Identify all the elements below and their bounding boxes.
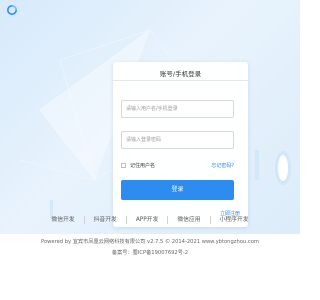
forgot-password-link[interactable]: 忘记密码? [211,162,234,169]
nav-item-wechat-dev[interactable]: 微信开发 [42,216,83,224]
login-card: 账号/手机登录 记住用户名 忘记密码? 登录 立即注册 [113,62,248,227]
footer-nav: 微信开发 抖音开发 APP开发 微信应用 小程序开发 [0,212,300,228]
password-input[interactable] [121,131,234,149]
nav-item-douyin-dev[interactable]: 抖音开发 [83,216,126,224]
nav-item-app-dev[interactable]: APP开发 [125,216,168,224]
nav-item-wechat-app[interactable]: 微信应用 [167,216,209,224]
copyright-text: Powered by 宜宾市凤凰云网络科技有限公司 v2.7.5 © 2014-… [41,239,259,245]
remember-label: 记住用户名 [130,163,156,169]
nav-item-miniprogram-dev[interactable]: 小程序开发 [209,216,258,224]
app-logo-icon [7,5,17,15]
login-button[interactable]: 登录 [121,180,234,200]
remember-checkbox[interactable] [121,163,126,168]
icp-text[interactable]: 备案号：蜀ICP备19007692号-2 [0,249,300,256]
login-card-title: 账号/手机登录 [159,70,202,78]
footer: Powered by 宜宾市凤凰云网络科技有限公司 v2.7.5 © 2014-… [0,234,300,300]
remember-row: 记住用户名 忘记密码? [121,161,234,171]
username-input[interactable] [121,100,234,118]
divider [113,80,248,81]
